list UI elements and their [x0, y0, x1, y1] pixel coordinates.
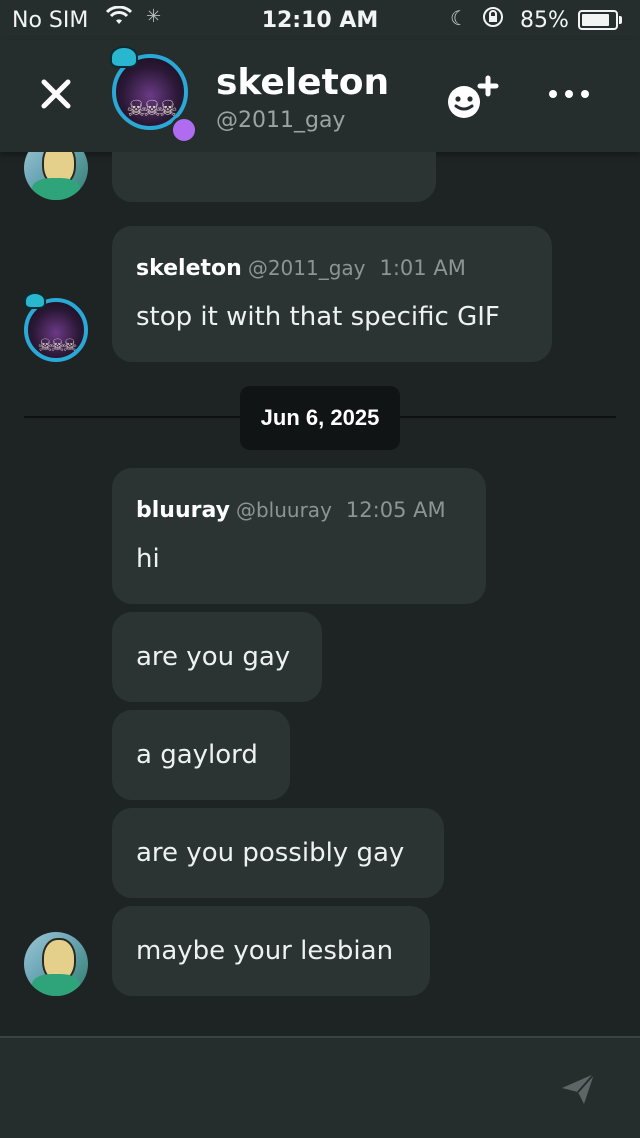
- message-bubble[interactable]: [112, 152, 436, 202]
- more-icon: [549, 90, 589, 98]
- add-friend-button[interactable]: [444, 74, 500, 122]
- battery-icon: [578, 10, 618, 30]
- close-icon: [41, 79, 71, 109]
- message-timestamp: 1:01 AM: [379, 256, 466, 280]
- author-handle: @2011_gay: [247, 256, 366, 280]
- send-icon: [562, 1073, 595, 1104]
- message-input[interactable]: [0, 1038, 540, 1138]
- message-text: are you possibly gay: [136, 838, 405, 868]
- message-bubble[interactable]: are you possibly gay: [112, 808, 444, 898]
- presence-indicator: [170, 116, 198, 144]
- message-composer: [0, 1036, 640, 1138]
- do-not-disturb-icon: ☾: [450, 6, 468, 30]
- message-text: a gaylord: [136, 740, 258, 770]
- page-title[interactable]: skeleton: [216, 62, 389, 103]
- rotation-lock-icon: [482, 6, 504, 33]
- avatar-shirt: [32, 974, 80, 996]
- message-bubble[interactable]: maybe your lesbian: [112, 906, 430, 996]
- more-options-button[interactable]: [546, 76, 592, 112]
- author-name[interactable]: bluuray: [136, 498, 230, 523]
- author-handle: @bluuray: [235, 498, 332, 522]
- message-text: hi: [136, 544, 160, 574]
- battery-tip: [619, 16, 622, 24]
- close-button[interactable]: [32, 70, 80, 118]
- message-text: are you gay: [136, 642, 291, 672]
- add-friend-icon: [448, 75, 499, 118]
- message-timestamp: 12:05 AM: [345, 498, 446, 522]
- message-list[interactable]: skeleton @2011_gay 1:01 AM stop it with th…: [0, 152, 640, 1036]
- message-header: skeleton @2011_gay 1:01 AM: [136, 256, 466, 281]
- avatar[interactable]: [24, 932, 88, 996]
- message-bubble[interactable]: skeleton @2011_gay 1:01 AM stop it with th…: [112, 226, 552, 362]
- hat-icon: [110, 46, 138, 68]
- skull-art: ☠☠☠: [37, 336, 78, 356]
- status-bar: No SIM ✳ 12:10 AM ☾ 85%: [0, 0, 640, 40]
- send-button[interactable]: [558, 1068, 598, 1108]
- date-divider: Jun 6, 2025: [240, 386, 400, 450]
- user-handle: @2011_gay: [216, 108, 346, 133]
- hat-icon: [24, 292, 46, 309]
- skull-art: ☠☠☠: [126, 97, 177, 122]
- conversation-header: ☠☠☠ skeleton @2011_gay: [0, 40, 640, 152]
- message-bubble[interactable]: are you gay: [112, 612, 322, 702]
- author-name[interactable]: skeleton: [136, 256, 242, 281]
- message-text: stop it with that specific GIF: [136, 302, 500, 332]
- message-text: maybe your lesbian: [136, 936, 394, 966]
- battery-fill: [582, 14, 610, 26]
- message-bubble[interactable]: bluuray @bluuray 12:05 AM hi: [112, 468, 486, 604]
- battery-percent: 85%: [520, 8, 569, 33]
- avatar[interactable]: [24, 152, 88, 200]
- message-header: bluuray @bluuray 12:05 AM: [136, 498, 446, 523]
- avatar-shirt: [32, 178, 80, 200]
- message-bubble[interactable]: a gaylord: [112, 710, 290, 800]
